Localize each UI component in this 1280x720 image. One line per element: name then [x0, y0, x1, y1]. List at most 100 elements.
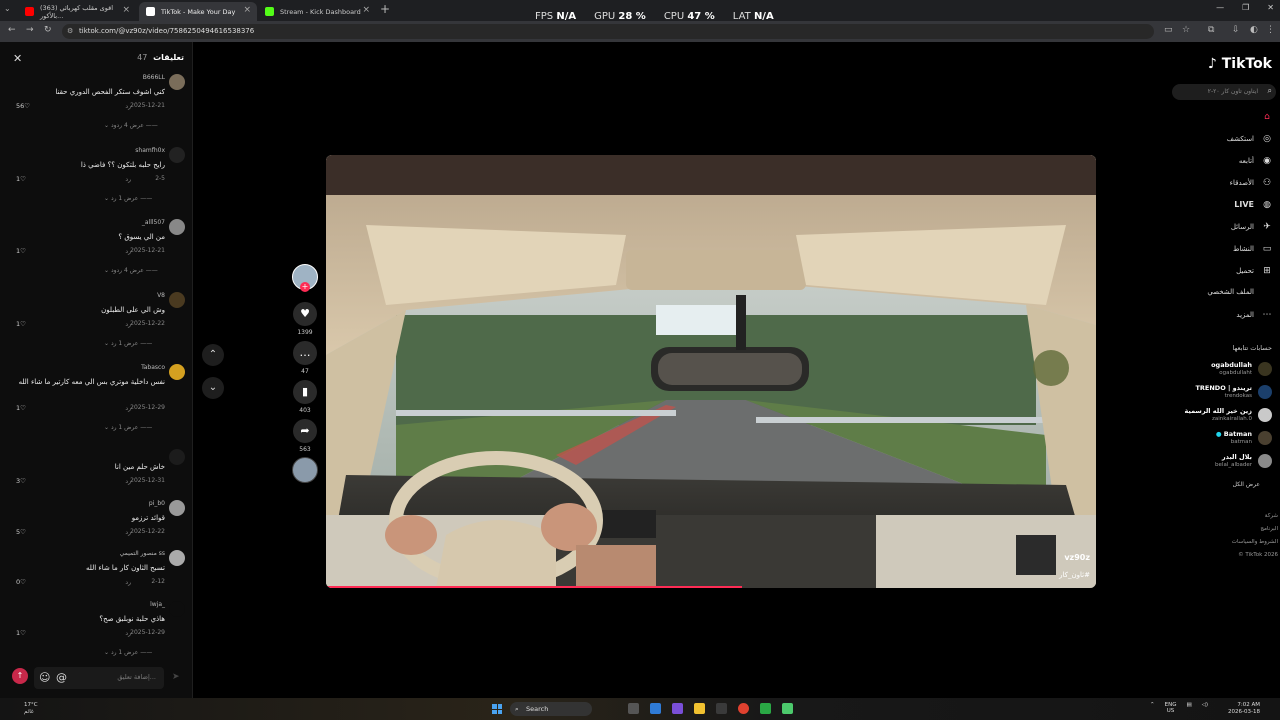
share-action[interactable]: ➦ 563: [293, 419, 317, 453]
avatar[interactable]: [169, 601, 185, 617]
store-icon[interactable]: [716, 703, 727, 714]
nav-activity[interactable]: ▭النشاط: [1233, 244, 1274, 260]
nav-upload[interactable]: ⊞تحميل: [1236, 266, 1274, 282]
comment-username[interactable]: V8: [157, 292, 165, 299]
reply-button[interactable]: رد: [125, 176, 131, 183]
reply-button[interactable]: رد: [125, 321, 131, 328]
profile-icon[interactable]: ◐: [1250, 25, 1258, 35]
avatar[interactable]: [169, 292, 185, 308]
copilot-icon[interactable]: [650, 703, 661, 714]
reply-button[interactable]: رد: [125, 529, 131, 536]
comment-like-button[interactable]: 5♡: [16, 528, 26, 536]
video-player[interactable]: vz90z #ثاون_كار: [326, 155, 1096, 588]
comment-username[interactable]: _alll507: [142, 219, 165, 226]
taskbar-search[interactable]: ⌕ Search: [510, 702, 592, 716]
tiktok-logo[interactable]: ♪ TikTok: [1208, 56, 1272, 72]
comment-icon[interactable]: …: [293, 341, 317, 365]
comment-like-button[interactable]: 56♡: [16, 102, 30, 110]
reload-icon[interactable]: ↻: [44, 25, 52, 35]
new-tab-button[interactable]: +: [380, 2, 390, 16]
xbox-icon[interactable]: [760, 703, 771, 714]
task-view-icon[interactable]: [628, 703, 639, 714]
nav-home[interactable]: ⌂: [1254, 112, 1274, 128]
close-tab-icon[interactable]: ×: [362, 5, 370, 15]
save-action[interactable]: ▮ 403: [293, 380, 317, 414]
view-replies-button[interactable]: ⌄ عرض 1 رد ——: [104, 195, 152, 202]
forward-icon[interactable]: →: [26, 25, 34, 35]
previous-video-button[interactable]: ⌃: [202, 344, 224, 366]
view-replies-button[interactable]: ⌄ عرض 1 رد ——: [104, 649, 152, 656]
volume-icon[interactable]: ◁): [1202, 702, 1208, 714]
next-video-button[interactable]: ⌄: [202, 377, 224, 399]
reply-button[interactable]: رد: [125, 579, 131, 586]
comment-username[interactable]: shamfh0x: [135, 147, 165, 154]
comment-like-button[interactable]: 1♡: [16, 404, 26, 412]
search-input[interactable]: ايتاون تاون كار ٢٠-٢ ⌕: [1172, 84, 1276, 100]
back-icon[interactable]: ←: [8, 25, 16, 35]
following-account[interactable]: بلال البدر belal_albader: [1172, 452, 1272, 472]
mention-icon[interactable]: @: [56, 671, 67, 684]
url-field[interactable]: ⚙ tiktok.com/@vz90z/video/75862504946165…: [62, 24, 1154, 39]
close-window-icon[interactable]: ✕: [1267, 3, 1274, 12]
comment-like-button[interactable]: 1♡: [16, 247, 26, 255]
nav-friends[interactable]: ⚇الأصدقاء: [1230, 178, 1274, 194]
search-icon[interactable]: ⌕: [1268, 86, 1272, 96]
comment-username[interactable]: lwja_: [150, 601, 165, 608]
comment-username[interactable]: منصور التميمي ss: [120, 550, 165, 557]
comment-input[interactable]: إضافة تعليق... ☺ @: [34, 667, 164, 689]
reply-button[interactable]: رد: [125, 103, 131, 110]
weather-widget[interactable]: 17°C غائم: [24, 702, 38, 716]
site-info-icon[interactable]: ⚙: [67, 24, 73, 39]
avatar[interactable]: [169, 550, 185, 566]
share-icon[interactable]: ➦: [293, 419, 317, 443]
avatar[interactable]: [169, 364, 185, 380]
music-disc[interactable]: [292, 457, 318, 483]
avatar[interactable]: [169, 449, 185, 465]
comment-like-button[interactable]: 3♡: [16, 477, 26, 485]
like-action[interactable]: ♥ 1399: [293, 302, 317, 336]
teams-icon[interactable]: [672, 703, 683, 714]
video-progress-bar[interactable]: [326, 586, 742, 588]
avatar[interactable]: [169, 147, 185, 163]
app-icon[interactable]: [782, 703, 793, 714]
nav-live[interactable]: ◍LIVE: [1234, 200, 1274, 216]
view-replies-button[interactable]: ⌄ عرض 4 ردود ——: [104, 122, 158, 129]
language-indicator[interactable]: ENG US: [1165, 702, 1177, 714]
view-replies-button[interactable]: ⌄ عرض 4 ردود ——: [104, 267, 158, 274]
following-account[interactable]: زين خير الله الرسمية zainkairallah.0: [1172, 406, 1272, 426]
footer-program-link[interactable]: البرنامج: [1260, 526, 1278, 532]
minimize-icon[interactable]: —: [1216, 3, 1224, 12]
footer-company-link[interactable]: شركة: [1265, 513, 1278, 519]
video-hashtag[interactable]: #ثاون_كار: [1059, 571, 1090, 579]
nav-more[interactable]: ⋯المزيد: [1236, 310, 1274, 326]
extensions-icon[interactable]: ⧉: [1208, 25, 1214, 35]
close-comments-icon[interactable]: ✕: [13, 52, 22, 65]
nav-profile[interactable]: الملف الشخصي: [1207, 288, 1274, 304]
following-account[interactable]: ● Batman batman: [1172, 429, 1272, 449]
avatar[interactable]: [169, 500, 185, 516]
reply-button[interactable]: رد: [125, 248, 131, 255]
reply-button[interactable]: رد: [125, 630, 131, 637]
downloads-icon[interactable]: ⇩: [1232, 25, 1240, 35]
nav-explore[interactable]: ◎استكشف: [1227, 134, 1274, 150]
comment-like-button[interactable]: 0♡: [16, 578, 26, 586]
tab-search-icon[interactable]: ⌄: [4, 4, 11, 13]
cast-icon[interactable]: ▭: [1164, 25, 1173, 35]
comment-action[interactable]: … 47: [293, 341, 317, 375]
view-replies-button[interactable]: ⌄ عرض 1 رد ——: [104, 340, 152, 347]
comment-username[interactable]: B666LL: [143, 74, 165, 81]
show-all-link[interactable]: عرض الكل: [1233, 481, 1260, 488]
comment-like-button[interactable]: 1♡: [16, 629, 26, 637]
emoji-icon[interactable]: ☺: [39, 671, 50, 684]
maximize-icon[interactable]: ❐: [1242, 3, 1249, 12]
chrome-icon[interactable]: [738, 703, 749, 714]
follow-button[interactable]: +: [300, 282, 310, 292]
comment-like-button[interactable]: 1♡: [16, 175, 26, 183]
bookmark-star-icon[interactable]: ☆: [1182, 25, 1190, 35]
reply-button[interactable]: رد: [125, 405, 131, 412]
comment-username[interactable]: Tabasco: [141, 364, 165, 371]
view-replies-button[interactable]: ⌄ عرض 1 رد ——: [104, 424, 152, 431]
tab-kick[interactable]: Stream - Kick Dashboard ×: [258, 2, 376, 21]
video-author[interactable]: vz90z: [1064, 553, 1090, 562]
file-explorer-icon[interactable]: [694, 703, 705, 714]
